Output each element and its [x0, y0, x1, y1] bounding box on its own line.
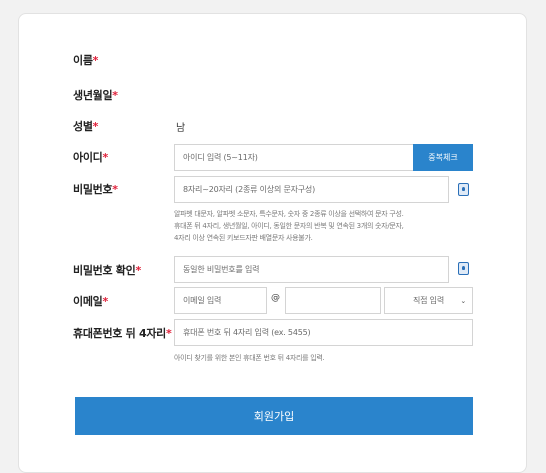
lock-icon[interactable]: [458, 183, 469, 196]
password-confirm-input[interactable]: 동일한 비밀번호를 입력: [174, 256, 449, 283]
password-help-2: 휴대폰 뒤 4자리, 생년월일, 아이디, 동일한 문자의 반복 및 연속된 3…: [174, 222, 404, 230]
email-local-input[interactable]: 이메일 입력: [174, 287, 267, 314]
signup-submit-button[interactable]: 회원가입: [75, 397, 473, 435]
gender-value[interactable]: 남: [176, 119, 185, 134]
email-label: 이메일*: [73, 295, 108, 308]
userid-input[interactable]: 아이디 입력 (5~11자): [174, 144, 414, 171]
email-domain-select[interactable]: 직접 입력 ⌄: [384, 287, 473, 314]
email-domain-input[interactable]: [285, 287, 381, 314]
birth-label: 생년월일*: [73, 89, 118, 102]
password-input[interactable]: 8자리~20자리 (2종류 이상의 문자구성): [174, 176, 449, 203]
userid-label: 아이디*: [73, 151, 108, 164]
gender-label: 성별*: [73, 120, 99, 133]
password-help-3: 4자리 이상 연속된 키보드자판 배열문자 사용불가.: [174, 234, 313, 242]
password-confirm-label: 비밀번호 확인*: [73, 264, 141, 277]
chevron-down-icon: ⌄: [460, 297, 466, 305]
lock-icon[interactable]: [458, 262, 469, 275]
email-domain-select-value: 직접 입력: [413, 296, 444, 305]
phone-label: 휴대폰번호 뒤 4자리*: [73, 327, 172, 340]
password-help-1: 알파벳 대문자, 알파벳 소문자, 특수문자, 숫자 중 2종류 이상을 선택하…: [174, 210, 404, 218]
phone-help: 아이디 찾기를 위한 본인 휴대폰 번호 뒤 4자리를 입력.: [174, 354, 325, 362]
phone-input[interactable]: 휴대폰 번호 뒤 4자리 입력 (ex. 5455): [174, 319, 473, 346]
password-label: 비밀번호*: [73, 183, 118, 196]
duplicate-check-button[interactable]: 중복체크: [413, 144, 473, 171]
name-label: 이름*: [73, 54, 99, 67]
at-sign: @: [271, 293, 280, 303]
